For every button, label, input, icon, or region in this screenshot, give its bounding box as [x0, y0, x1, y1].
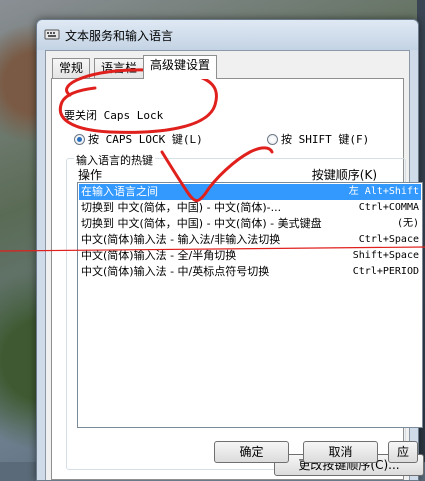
hotkey-key: Ctrl+Space	[358, 234, 419, 245]
shift-key-radio[interactable]: 按 SHIFT 键(F)	[267, 131, 369, 147]
hotkey-action: 切换到 中文(简体，中国) - 中文(简体)-...	[81, 201, 282, 214]
list-item[interactable]: 中文(简体)输入法 - 输入法/非输入法切换 Ctrl+Space	[79, 232, 421, 248]
cancel-button[interactable]: 取消	[303, 441, 378, 463]
tab-language-bar[interactable]: 语言栏	[94, 58, 145, 78]
list-item[interactable]: 切换到 中文(简体，中国) - 中文(简体)-... Ctrl+COMMA	[79, 200, 421, 216]
column-header-key-sequence: 按键顺序(K)	[311, 168, 377, 182]
hotkey-action: 中文(简体)输入法 - 中/英标点符号切换	[81, 265, 270, 278]
hotkey-list[interactable]: 在输入语言之间 左 Alt+Shift 切换到 中文(简体，中国) - 中文(简…	[77, 182, 423, 428]
tab-general[interactable]: 常规	[52, 58, 91, 78]
caps-lock-group-label: 要关闭 Caps Lock	[62, 107, 166, 123]
hotkey-key: Ctrl+COMMA	[358, 202, 419, 213]
title-bar[interactable]: 文本服务和输入语言	[37, 20, 418, 50]
hotkey-action: 中文(简体)输入法 - 输入法/非输入法切换	[81, 233, 281, 246]
hotkey-key: Shift+Space	[352, 250, 419, 261]
shift-key-label: 按 SHIFT 键(F)	[281, 133, 370, 146]
list-item[interactable]: 切换到 中文(简体，中国) - 中文(简体) - 美式键盘 (无)	[79, 216, 421, 232]
list-item[interactable]: 中文(简体)输入法 - 中/英标点符号切换 Ctrl+PERIOD	[79, 264, 421, 280]
radio-selected-indicator	[74, 133, 85, 145]
ok-button[interactable]: 确定	[214, 441, 289, 463]
caps-lock-key-radio[interactable]: 按 CAPS LOCK 键(L)	[74, 131, 203, 147]
keyboard-icon	[44, 29, 60, 40]
caps-lock-key-label: 按 CAPS LOCK 键(L)	[88, 133, 203, 146]
list-item[interactable]: 在输入语言之间 左 Alt+Shift	[79, 184, 421, 200]
hotkey-key: 左 Alt+Shift	[348, 186, 419, 197]
hotkey-action: 切换到 中文(简体，中国) - 中文(简体) - 美式键盘	[81, 217, 322, 230]
tab-advanced-key-settings[interactable]: 高级键设置	[143, 55, 218, 79]
window-title: 文本服务和输入语言	[65, 29, 174, 43]
hotkey-action: 中文(简体)输入法 - 全/半角切换	[81, 249, 237, 262]
list-item[interactable]: 中文(简体)输入法 - 全/半角切换 Shift+Space	[79, 248, 421, 264]
advanced-key-settings-panel: 要关闭 Caps Lock 按 CAPS LOCK 键(L) 按 SHIFT 键…	[51, 78, 424, 480]
apply-button[interactable]: 应	[388, 441, 418, 463]
text-services-dialog: 文本服务和输入语言 常规 语言栏 高级键设置 要关闭 Caps Lock 按 C…	[36, 19, 424, 481]
hotkey-key: (无)	[396, 218, 419, 229]
dialog-client-area: 常规 语言栏 高级键设置 要关闭 Caps Lock 按 CAPS LOCK 键…	[45, 50, 424, 480]
hotkey-action: 在输入语言之间	[81, 185, 158, 198]
column-header-action: 操作	[78, 168, 103, 182]
hotkey-key: Ctrl+PERIOD	[352, 266, 419, 277]
radio-indicator	[267, 133, 278, 145]
